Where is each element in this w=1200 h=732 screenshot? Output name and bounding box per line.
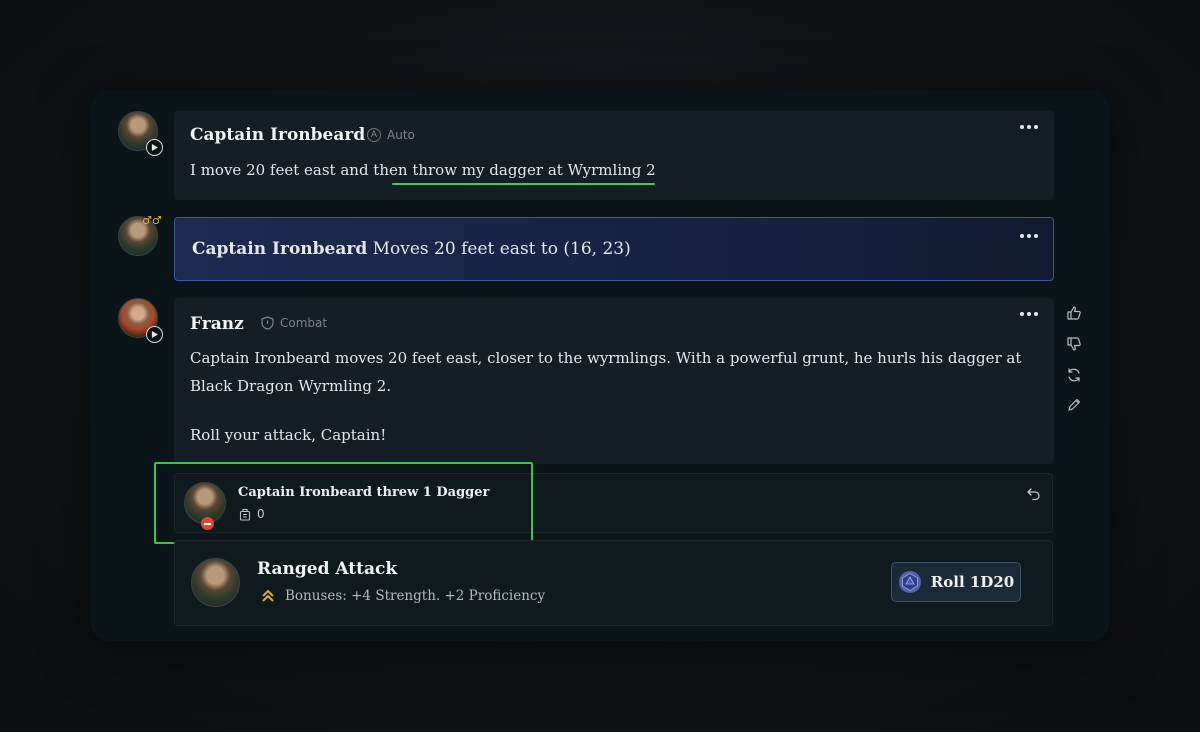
more-options-icon[interactable]: [1020, 234, 1038, 238]
attack-title: Ranged Attack: [257, 559, 398, 579]
auto-tag: A Auto: [367, 128, 415, 142]
roll-dice-button[interactable]: Roll 1D20: [891, 562, 1021, 602]
chat-panel: Captain Ironbeard A Auto I move 20 feet …: [91, 90, 1109, 641]
item-event-highlight: [154, 462, 533, 544]
shield-icon: [261, 316, 274, 330]
more-options-icon[interactable]: [1020, 125, 1038, 129]
movement-text: Captain Ironbeard Moves 20 feet east to …: [192, 239, 631, 259]
message-dm: Franz Combat Captain Ironbeard moves 20 …: [174, 298, 1054, 464]
play-icon[interactable]: [146, 139, 163, 156]
spark-icon: ♂♂: [142, 214, 162, 227]
regenerate-icon[interactable]: [1066, 367, 1082, 383]
d20-icon: [898, 571, 921, 593]
action-underline: [392, 183, 655, 185]
message-paragraph: Captain Ironbeard moves 20 feet east, cl…: [190, 349, 1022, 395]
chevrons-up-icon: [262, 590, 274, 602]
ranged-attack-row: Ranged Attack Bonuses: +4 Strength. +2 P…: [174, 540, 1053, 626]
message-author[interactable]: Franz: [190, 314, 244, 334]
thumbs-up-icon[interactable]: [1066, 305, 1082, 321]
captain-ironbeard-avatar: [191, 558, 240, 607]
message-text: I move 20 feet east and then throw my da…: [190, 161, 656, 179]
movement-event: Captain Ironbeard Moves 20 feet east to …: [174, 217, 1054, 281]
highlighted-action-text: throw my dagger at Wyrmling 2: [412, 161, 656, 179]
a-circle-icon: A: [367, 128, 381, 142]
message-author[interactable]: Captain Ironbeard: [190, 125, 365, 145]
more-options-icon[interactable]: [1020, 312, 1038, 316]
combat-tag: Combat: [261, 316, 327, 330]
thumbs-down-icon[interactable]: [1066, 336, 1082, 352]
undo-icon[interactable]: [1026, 487, 1041, 501]
play-icon[interactable]: [146, 326, 163, 343]
attack-bonuses: Bonuses: +4 Strength. +2 Proficiency: [261, 588, 545, 604]
message-paragraph: Roll your attack, Captain!: [190, 426, 387, 444]
edit-icon[interactable]: [1066, 397, 1082, 413]
message-player: Captain Ironbeard A Auto I move 20 feet …: [174, 111, 1054, 200]
